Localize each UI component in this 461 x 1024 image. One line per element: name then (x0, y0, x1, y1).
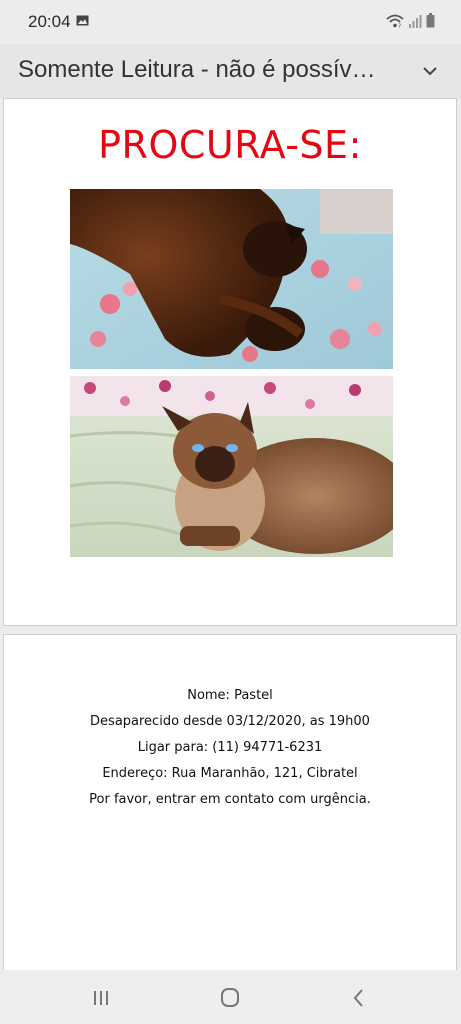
info-missing-since: Desaparecido desde 03/12/2020, as 19h00 (90, 714, 370, 729)
wifi-icon: ? (386, 14, 404, 28)
chevron-down-icon[interactable] (417, 58, 443, 84)
status-icons: ? (386, 13, 435, 28)
navigation-bar (0, 970, 461, 1024)
info-name: Nome: Pastel (187, 688, 273, 703)
back-icon[interactable] (344, 985, 374, 1011)
document-page-1: PROCURA-SE: (3, 98, 457, 626)
document-viewer[interactable]: PROCURA-SE: Nome: Pastel Desaparecido de… (0, 98, 461, 974)
status-time: 20:04 (28, 12, 71, 31)
info-urgent-note: Por favor, entrar em contato com urgênci… (89, 792, 371, 807)
document-page-2: Nome: Pastel Desaparecido desde 03/12/20… (3, 634, 457, 974)
app-bar: Somente Leitura - não é possível... (0, 44, 461, 98)
gallery-icon (76, 15, 89, 26)
home-icon[interactable] (215, 985, 245, 1011)
status-bar: 20:04 ? (0, 0, 461, 44)
lying-siamese-cat-photo (70, 376, 393, 557)
headline: PROCURA-SE: (98, 123, 362, 167)
info-phone: Ligar para: (11) 94771-6231 (137, 740, 323, 755)
sleeping-siamese-cat-photo (70, 189, 393, 369)
recent-apps-icon[interactable] (86, 985, 116, 1011)
svg-text:?: ? (398, 23, 401, 28)
battery-icon (426, 13, 435, 28)
document-title: Somente Leitura - não é possível... (18, 56, 378, 83)
info-address: Endereço: Rua Maranhão, 121, Cibratel (102, 766, 358, 781)
signal-icon (409, 14, 422, 28)
missing-cat-info: Nome: Pastel Desaparecido desde 03/12/20… (4, 683, 456, 813)
